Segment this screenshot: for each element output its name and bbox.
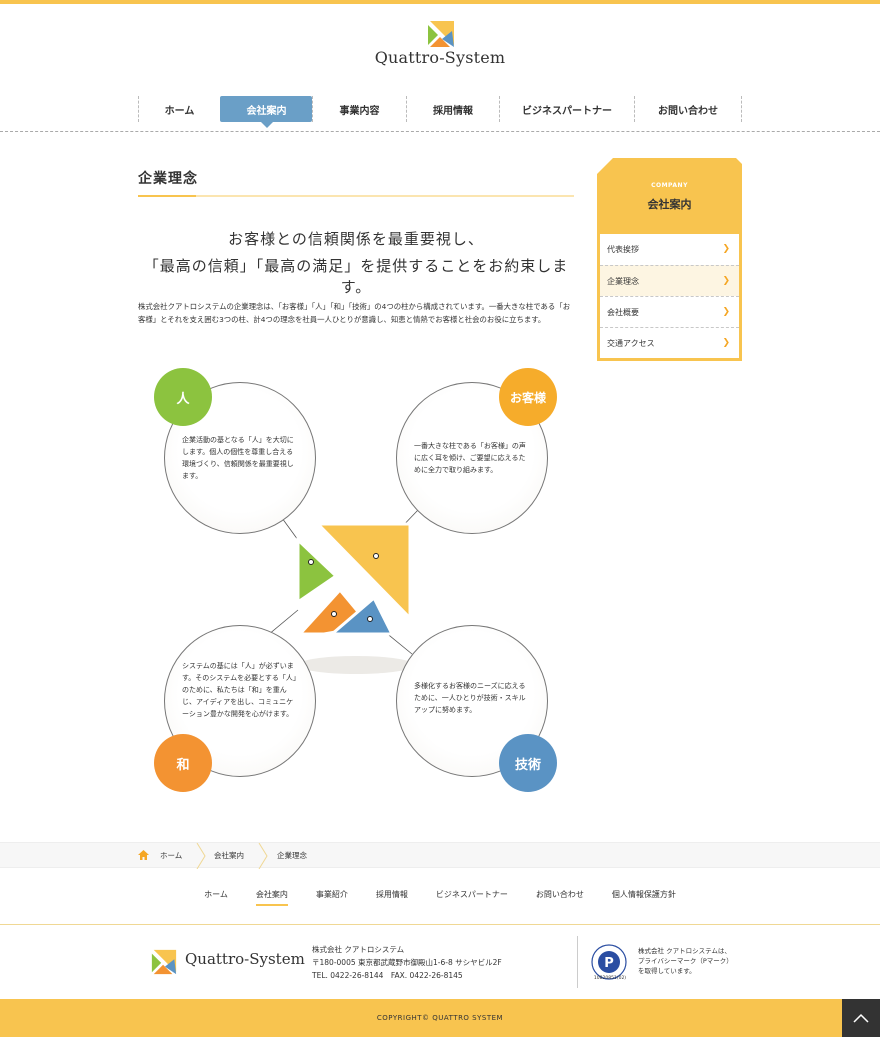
footer-link-partner[interactable]: ビジネスパートナー <box>436 889 508 906</box>
sidebar-item-philosophy[interactable]: 企業理念 ❯ <box>600 265 739 296</box>
footer-link-privacy[interactable]: 個人情報保護方針 <box>612 889 676 906</box>
title-underline <box>138 195 574 197</box>
lead-line-2: 「最高の信頼」「最高の満足」を提供することをお約束します。 <box>143 257 569 296</box>
header-divider <box>0 131 880 132</box>
footer-tel-fax: TEL. 0422-26-8144 FAX. 0422-26-8145 <box>312 971 463 980</box>
footer-logo-text[interactable]: Quattro-System <box>185 950 305 968</box>
sidebar-title: 会社案内 <box>647 198 692 211</box>
pillar-badge-people: 人 <box>154 368 212 426</box>
footer-divider <box>0 924 880 925</box>
nav-business[interactable]: 事業内容 <box>312 96 406 122</box>
privacy-mark-number: 10820851(02) <box>593 976 627 981</box>
nav-home[interactable]: ホーム <box>138 96 220 122</box>
pillar-text-harmony: システムの基には「人」が必ずいます。そのシステムを必要とする「人」のために、私た… <box>182 662 300 718</box>
footer-address: 株式会社 クアトロシステム 〒180-0005 東京都武蔵野市御殿山1-6-8 … <box>312 943 502 982</box>
breadcrumb: ホーム 会社案内 企業理念 <box>0 842 880 869</box>
breadcrumb-company[interactable]: 会社案内 <box>214 850 244 861</box>
sidebar-list: 代表挨拶 ❯ 企業理念 ❯ 会社概要 ❯ 交通アクセス ❯ <box>597 234 742 361</box>
logo-mark-icon <box>428 21 454 47</box>
chevron-right-icon: ❯ <box>722 276 730 286</box>
nav-recruit[interactable]: 採用情報 <box>406 96 499 122</box>
footer-company-name: 株式会社 クアトロシステム <box>312 945 405 954</box>
sidebar-item-overview[interactable]: 会社概要 ❯ <box>600 296 739 327</box>
chevron-right-icon: ❯ <box>722 338 730 348</box>
copyright-bar: COPYRIGHT© QUATTRO SYSTEM <box>0 999 880 1037</box>
intro-text: 株式会社クアトロシステムの企業理念は、「お客様」「人」「和」「技術」の4つの柱か… <box>138 302 571 324</box>
lead-line-1: お客様との信頼関係を最重要視し、 <box>228 230 484 248</box>
footer-address-line: 〒180-0005 東京都武蔵野市御殿山1-6-8 サシヤビル2F <box>312 958 502 967</box>
nav-company[interactable]: 会社案内 <box>220 96 312 128</box>
privacy-mark-text: 株式会社 クアトロシステムは、 プライバシーマーク（Pマーク） を取得しています… <box>638 947 733 975</box>
philosophy-diagram: 企業活動の基となる「人」を大切にします。個人の個性を尊重し合える環境づくり、信頼… <box>138 360 574 800</box>
pillar-text-customer: 一番大きな柱である「お客様」の声に広く耳を傾け、ご要望に応えるために全力で取り組… <box>414 442 526 474</box>
back-to-top-button[interactable] <box>842 999 880 1037</box>
logo-text: Quattro-System <box>374 48 506 67</box>
global-nav: ホーム 会社案内 事業内容 採用情報 ビジネスパートナー お問い合わせ <box>138 96 742 128</box>
sidebar-item-greeting[interactable]: 代表挨拶 ❯ <box>600 234 739 265</box>
footer-nav: ホーム 会社案内 事業紹介 採用情報 ビジネスパートナー お問い合わせ 個人情報… <box>0 889 880 906</box>
sidebar-item-label: 会社概要 <box>607 307 639 317</box>
breadcrumb-separator <box>196 843 206 869</box>
footer-link-contact[interactable]: お問い合わせ <box>536 889 584 906</box>
footer-logo-mark-icon[interactable] <box>150 948 178 976</box>
home-icon <box>138 850 149 860</box>
breadcrumb-separator <box>258 843 268 869</box>
pillar-badge-customer: お客様 <box>499 368 557 426</box>
sidebar-item-access[interactable]: 交通アクセス ❯ <box>600 327 739 358</box>
footer-link-business[interactable]: 事業紹介 <box>316 889 348 906</box>
footer-link-recruit[interactable]: 採用情報 <box>376 889 408 906</box>
page-title: 企業理念 <box>138 171 198 187</box>
footer-vertical-divider <box>577 936 578 988</box>
pillar-badge-harmony: 和 <box>154 734 212 792</box>
sidebar-item-label: 企業理念 <box>607 276 639 286</box>
chevron-right-icon: ❯ <box>722 307 730 317</box>
sidebar-eng-title: COMPANY <box>651 182 688 189</box>
sidebar: COMPANY 会社案内 代表挨拶 ❯ 企業理念 ❯ 会社概要 ❯ 交通アクセス… <box>597 158 742 361</box>
nav-partner[interactable]: ビジネスパートナー <box>499 96 634 122</box>
breadcrumb-current: 企業理念 <box>277 851 307 860</box>
pillar-badge-technology: 技術 <box>499 734 557 792</box>
chevron-right-icon: ❯ <box>722 244 730 254</box>
svg-text:P: P <box>604 956 614 971</box>
breadcrumb-home[interactable]: ホーム <box>160 850 182 861</box>
pillar-text-technology: 多様化するお客様のニーズに応えるために、一人ひとりが技術・スキルアップに努めます… <box>414 682 526 714</box>
pillar-text-people: 企業活動の基となる「人」を大切にします。個人の個性を尊重し合える環境づくり、信頼… <box>182 436 294 480</box>
footer-link-company[interactable]: 会社案内 <box>255 889 288 906</box>
sidebar-header: COMPANY 会社案内 <box>597 158 742 234</box>
footer-link-home[interactable]: ホーム <box>204 889 228 906</box>
sidebar-item-label: 交通アクセス <box>607 338 655 348</box>
nav-contact[interactable]: お問い合わせ <box>634 96 742 122</box>
quattro-mark-icon <box>296 522 412 636</box>
top-accent-bar <box>0 0 880 4</box>
copyright-text: COPYRIGHT© QUATTRO SYSTEM <box>376 1014 504 1022</box>
chevron-up-icon <box>853 1013 869 1023</box>
sidebar-item-label: 代表挨拶 <box>607 245 639 254</box>
